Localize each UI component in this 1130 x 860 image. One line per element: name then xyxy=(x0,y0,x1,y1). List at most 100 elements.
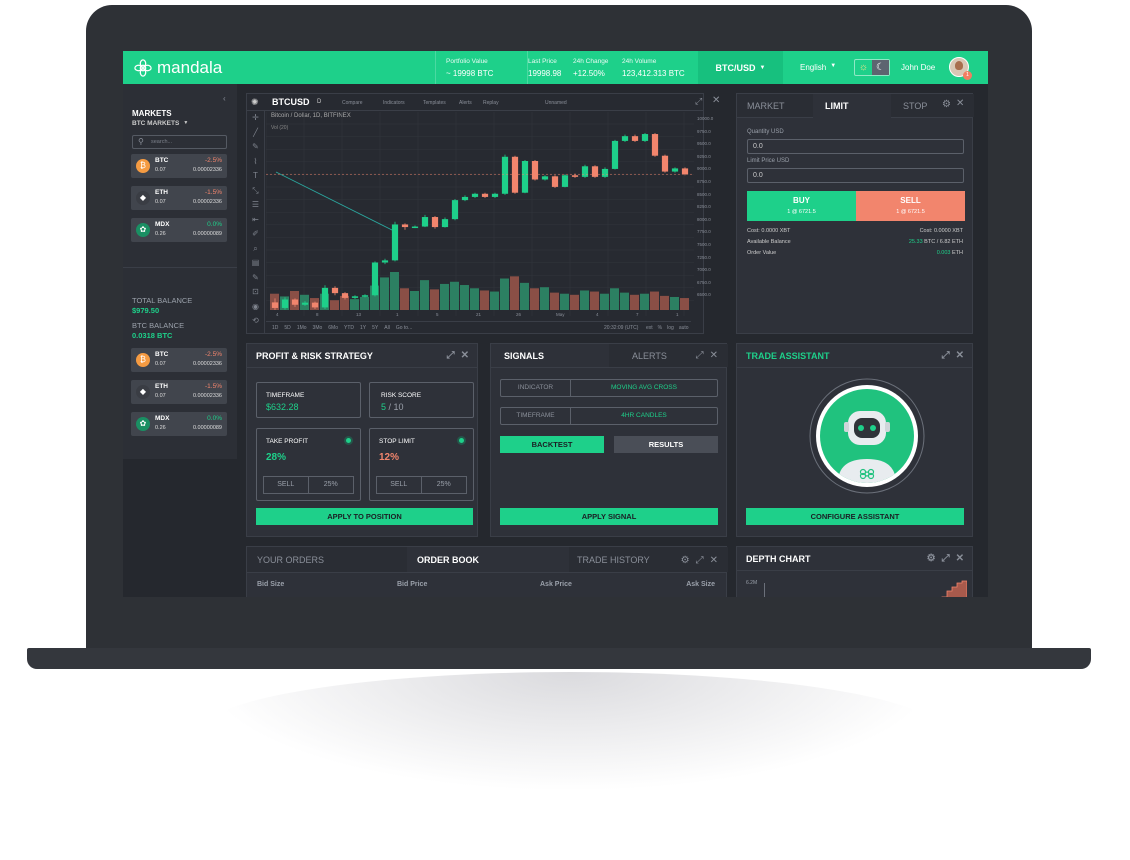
tp-sell-control[interactable]: SELL 25% xyxy=(263,476,354,494)
close-icon[interactable]: ✕ xyxy=(461,350,469,361)
theme-toggle[interactable]: ☼ ☾ xyxy=(854,59,890,76)
candle xyxy=(321,287,329,308)
range-0[interactable]: 1D xyxy=(272,325,278,331)
market-item-mdx[interactable]: ✿ MDX 0.26 0.0% 0.00000089 xyxy=(131,412,227,436)
order-value: 0.003 ETH xyxy=(936,250,963,256)
close-icon[interactable]: ✕ xyxy=(712,95,720,106)
search-input[interactable]: ⚲ search... xyxy=(132,135,227,149)
user-name[interactable]: John Doe xyxy=(901,63,935,72)
fullscreen-icon[interactable]: ⤢ xyxy=(942,350,950,361)
markets-filter[interactable]: BTC MARKETS ▼ xyxy=(132,120,188,127)
date-tick: 8 xyxy=(316,312,319,317)
tab-your-orders[interactable]: YOUR ORDERS xyxy=(247,547,407,572)
close-icon[interactable]: ✕ xyxy=(956,350,964,361)
tab-limit[interactable]: LIMIT xyxy=(813,94,891,118)
coin-change: -2.5% xyxy=(205,157,222,164)
buy-button[interactable]: BUY 1 @ 6721.5 xyxy=(747,191,856,221)
alerts-button[interactable]: Alerts xyxy=(459,100,472,106)
scale-0[interactable]: ext xyxy=(646,325,653,331)
market-item-eth[interactable]: ◆ ETH 0.07 -1.5% 0.00002336 xyxy=(131,186,227,210)
limit-price-input[interactable]: 0.0 xyxy=(747,168,964,183)
price-tick: 6500.0 xyxy=(697,292,711,298)
candle xyxy=(511,156,519,193)
chart-symbol[interactable]: BTCUSD xyxy=(272,97,310,107)
candle xyxy=(311,302,319,308)
candle xyxy=(461,196,469,201)
fullscreen-icon[interactable]: ⤢ xyxy=(696,350,704,361)
order-tabs: MARKET LIMIT STOP ⚙ ✕ xyxy=(737,94,974,118)
language-selector[interactable]: English ▼ xyxy=(800,63,836,72)
tab-order-book[interactable]: ORDER BOOK xyxy=(407,547,569,573)
close-icon[interactable]: ✕ xyxy=(956,553,964,564)
chart-interval[interactable]: D xyxy=(317,99,321,105)
fullscreen-icon[interactable]: ⤢ xyxy=(696,555,704,566)
market-item-eth[interactable]: ◆ ETH 0.07 -1.5% 0.00002336 xyxy=(131,380,227,404)
pair-selector[interactable]: BTC/USD ▼ xyxy=(698,51,783,84)
compare-button[interactable]: Compare xyxy=(342,100,363,106)
results-button[interactable]: RESULTS xyxy=(614,436,718,453)
sell-button[interactable]: SELL 1 @ 6721.5 xyxy=(856,191,965,221)
volume-bar xyxy=(300,294,309,310)
volume-bar xyxy=(330,300,339,310)
range-8[interactable]: All xyxy=(384,325,390,331)
range-3[interactable]: 3Mo xyxy=(313,325,323,331)
volume-bar xyxy=(390,272,399,310)
fullscreen-icon[interactable]: ⤢ xyxy=(942,553,950,564)
replay-button[interactable]: Replay xyxy=(483,100,499,106)
search-placeholder: search... xyxy=(151,139,173,145)
indicator-field[interactable]: INDICATOR MOVING AVG CROSS xyxy=(500,379,718,397)
candlestick-chart[interactable] xyxy=(266,112,694,316)
range-7[interactable]: 5Y xyxy=(372,325,378,331)
tab-market[interactable]: MARKET xyxy=(737,94,813,117)
settings-icon[interactable]: ✺ xyxy=(251,97,259,108)
layout-select[interactable]: Unnamed xyxy=(545,100,567,106)
date-axis: 4 8 13 1 5 21 26 May 4 7 1 xyxy=(266,312,691,320)
market-item-btc[interactable]: ₿ BTC 0.07 -2.5% 0.00002336 xyxy=(131,154,227,178)
scale-2[interactable]: log xyxy=(667,325,674,331)
gear-icon[interactable]: ⚙ xyxy=(942,99,951,110)
range-2[interactable]: 1Mo xyxy=(297,325,307,331)
cost-sell: Cost: 0.0000 XBT xyxy=(919,228,963,234)
scale-3[interactable]: auto xyxy=(679,325,689,331)
candle xyxy=(341,293,349,298)
range-1[interactable]: 5D xyxy=(284,325,290,331)
timeframe-field[interactable]: TIMEFRAME 4HR CANDLES xyxy=(500,407,718,425)
close-icon[interactable]: ✕ xyxy=(956,98,964,109)
gear-icon[interactable]: ⚙ xyxy=(927,553,936,564)
scale-1[interactable]: % xyxy=(658,325,662,331)
apply-signal-button[interactable]: APPLY SIGNAL xyxy=(500,508,718,525)
drawing-tools[interactable]: ✛ ╱ ✎ ⌇ T ⤡ ☰ ⇤ ✐ ⌕ ▤ ✎ ⊡ ◉ ⟲ xyxy=(247,111,265,333)
tab-signals[interactable]: SIGNALS xyxy=(491,344,609,368)
apply-to-position-button[interactable]: APPLY TO POSITION xyxy=(256,508,473,525)
indicators-button[interactable]: Indicators xyxy=(383,100,405,106)
total-balance-label: TOTAL BALANCE xyxy=(132,296,193,305)
close-icon[interactable]: ✕ xyxy=(710,555,718,566)
fullscreen-icon[interactable]: ⤢ xyxy=(447,350,455,361)
configure-assistant-button[interactable]: CONFIGURE ASSISTANT xyxy=(746,508,964,525)
candle xyxy=(581,166,589,177)
market-item-btc[interactable]: ₿ BTC 0.07 -2.5% 0.00002336 xyxy=(131,348,227,372)
candle xyxy=(651,134,659,156)
gear-icon[interactable]: ⚙ xyxy=(681,555,690,566)
backtest-button[interactable]: BACKTEST xyxy=(500,436,604,453)
range-4[interactable]: 6Mo xyxy=(328,325,338,331)
candle xyxy=(431,217,439,228)
sl-sell-control[interactable]: SELL 25% xyxy=(376,476,467,494)
collapse-sidebar-icon[interactable]: ‹ xyxy=(223,94,226,103)
quantity-input[interactable]: 0.0 xyxy=(747,139,964,154)
volume-bar xyxy=(440,283,449,310)
close-icon[interactable]: ✕ xyxy=(710,350,718,361)
brand-logo[interactable]: mandala xyxy=(134,58,222,78)
depth-y-tick: 6.2M xyxy=(746,580,758,586)
trend-line[interactable] xyxy=(275,171,397,233)
fullscreen-icon[interactable]: ⤢ xyxy=(695,96,702,107)
chart-time: 20:32:09 (UTC) xyxy=(604,325,639,331)
price-tick: 8250.0 xyxy=(697,204,711,210)
range-6[interactable]: 1Y xyxy=(360,325,366,331)
app-screen: mandala Portfolio Value ~ 19998 BTC Last… xyxy=(123,51,988,597)
range-9[interactable]: Go to... xyxy=(396,325,412,331)
market-item-mdx[interactable]: ✿ MDX 0.26 0.0% 0.00000089 xyxy=(131,218,227,242)
stop-limit-card: STOP LIMIT 12% SELL 25% xyxy=(369,428,474,501)
range-5[interactable]: YTD xyxy=(344,325,354,331)
templates-button[interactable]: Templates xyxy=(423,100,446,106)
